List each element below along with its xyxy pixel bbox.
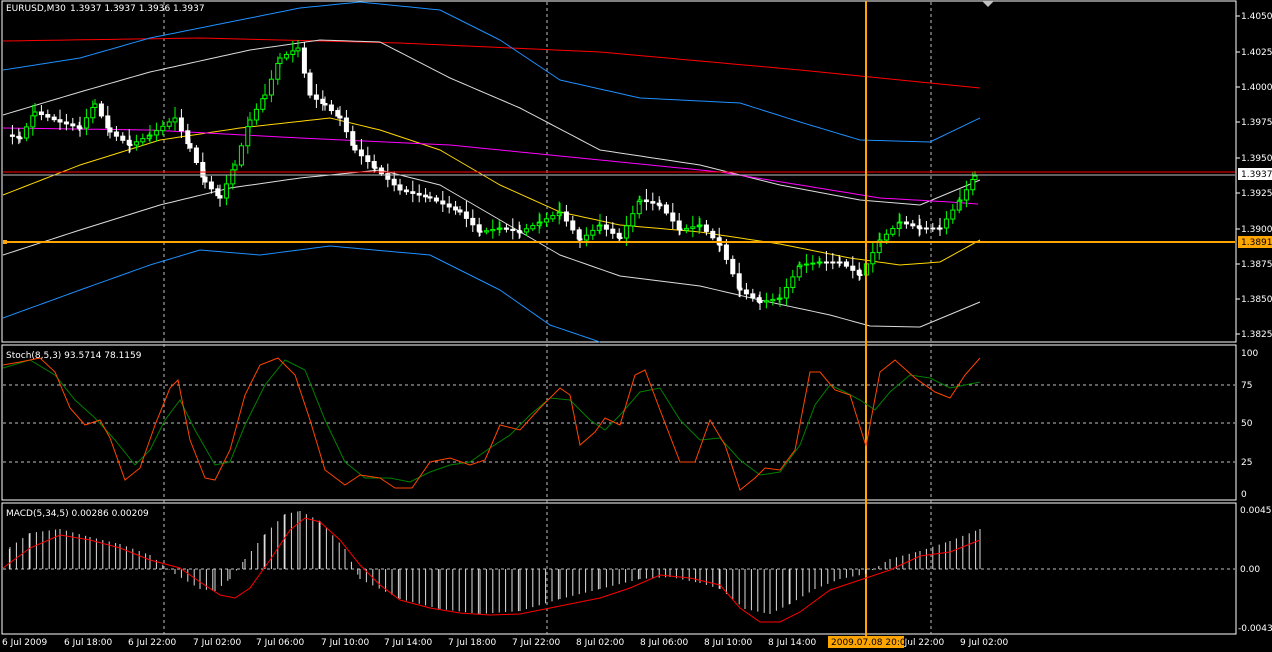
price-tick-label: 1.3850: [1241, 295, 1272, 305]
time-tick-label: 7 Jul 14:00: [384, 638, 433, 648]
time-tick-label: 8 Jul 06:00: [640, 638, 689, 648]
stoch-level-25: 25: [1241, 458, 1252, 468]
stoch-panel-frame: [1, 344, 1237, 501]
stoch-title: Stoch(8,5,3) 93.5714 78.1159: [6, 351, 142, 361]
stochastic-oscillator: [2, 357, 981, 491]
macd-title: MACD(5,34,5) 0.00286 0.00209: [6, 509, 149, 519]
price-tick-label: 1.3825: [1241, 330, 1272, 340]
time-tick-label: 8 Jul 14:00: [768, 638, 817, 648]
time-tick-label: 6 Jul 18:00: [64, 638, 113, 648]
stoch-level-100: 100: [1241, 349, 1258, 359]
time-tick-label: 7 Jul 02:00: [193, 638, 242, 648]
price-tick-label: 1.4050: [1241, 12, 1272, 22]
main-title-ohlc: 1.3937 1.3937 1.3936 1.3937: [70, 4, 205, 14]
macd-panel-frame: [1, 502, 1237, 635]
stoch-level-lines: [3, 384, 1235, 463]
time-tick-label: 6 Jul 22:00: [128, 638, 177, 648]
time-tick-label: 7 Jul 10:00: [321, 638, 370, 648]
stoch-level-75: 75: [1241, 381, 1252, 391]
price-tick-label: 1.3875: [1241, 260, 1272, 270]
time-tick-label: 7 Jul 18:00: [448, 638, 497, 648]
macd-indicator: [2, 511, 981, 623]
crosshair-price-label: 1.3891: [1241, 238, 1272, 248]
stoch-level-50: 50: [1241, 419, 1253, 429]
crosshair-handle[interactable]: [3, 240, 7, 244]
time-tick-label: 9 Jul 02:00: [960, 638, 1009, 648]
time-tick-label: 8 Jul 10:00: [704, 638, 753, 648]
time-tick-label: 8 Jul 02:00: [576, 638, 625, 648]
trading-chart[interactable]: EURUSD,M30 1.3937 1.3937 1.3936 1.3937 S…: [0, 0, 1272, 652]
main-title-symbol: EURUSD,M30: [6, 4, 66, 14]
price-tick-label: 1.4025: [1241, 48, 1272, 58]
crosshair-time-label: 2009.07.08 20:00: [831, 638, 912, 648]
current-price-label: 1.3937: [1241, 170, 1272, 180]
price-tick-label: 1.3925: [1241, 189, 1272, 199]
price-tick-label: 1.3900: [1241, 225, 1272, 235]
price-tick-label: 1.3975: [1241, 118, 1272, 128]
price-tick-label: 1.4000: [1241, 83, 1272, 93]
price-tick-label: 1.3950: [1241, 154, 1272, 164]
macd-level-bottom: -0.00436: [1238, 624, 1272, 634]
macd-level-zero: 0.00: [1240, 565, 1260, 575]
macd-level-top: 0.00457: [1240, 506, 1272, 516]
stoch-level-0: 0: [1241, 490, 1247, 500]
time-tick-label: 6 Jul 2009: [2, 638, 47, 648]
time-tick-label: 7 Jul 22:00: [512, 638, 561, 648]
chart-shift-marker[interactable]: [982, 1, 994, 7]
vertical-grid: [163, 2, 932, 634]
time-tick-label: 7 Jul 06:00: [256, 638, 305, 648]
